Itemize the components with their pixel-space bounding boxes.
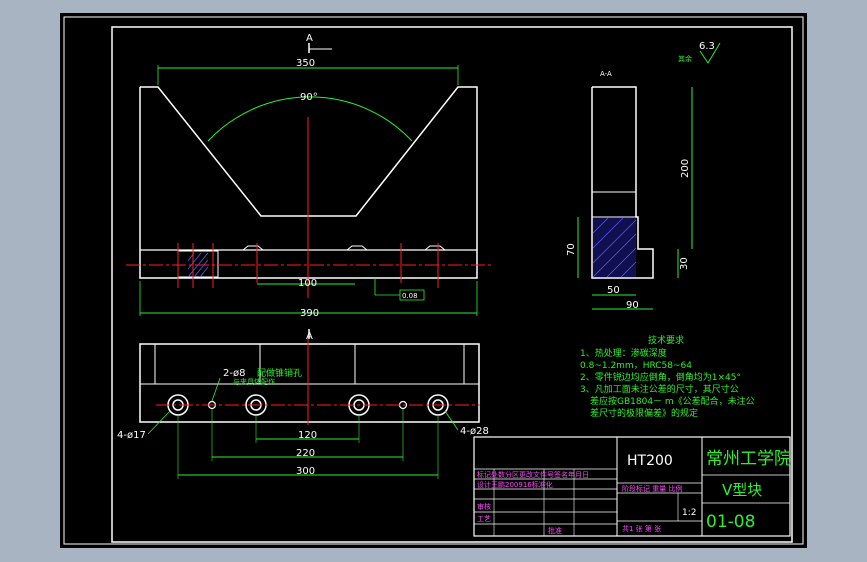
dim-220: 220	[296, 448, 315, 459]
tech-line-1: 1、热处理：渗碳深度	[580, 347, 667, 359]
tech-line-3: 2、零件锐边均应倒角，倒角均为1×45°	[580, 371, 741, 383]
tech-line-5: 差应按GB1804－ m《公差配合，未注公	[590, 395, 755, 407]
angle-arc	[207, 96, 413, 142]
tech-requirements: 技术要求 1、热处理：渗碳深度 0.8~1.2mm，HRC58~64 2、零件锐…	[580, 334, 755, 419]
drawing-sheet: 90° 350 A 100 0.08 390 A 4-ø17 4-ø28 2-ø…	[60, 13, 807, 548]
front-view: 90° 350 A 100 0.08 390 A	[126, 33, 492, 342]
tech-line-6: 差尺寸的极限偏差》的规定	[590, 407, 698, 419]
sheet-info: 共1 张 第 张	[622, 524, 661, 533]
side-view-label: A-A	[600, 70, 612, 78]
dim-100: 100	[298, 278, 317, 289]
top-view-outline	[139, 343, 480, 423]
flatness-value: 0.08	[402, 292, 418, 300]
dim-390: 390	[300, 308, 319, 319]
stage-header: 阶段标记 重量 比例	[622, 484, 682, 493]
dim-70: 70	[566, 243, 577, 256]
hole-small-label: 4-ø17	[117, 430, 146, 441]
tech-title: 技术要求	[648, 334, 684, 346]
dim-300: 300	[296, 466, 315, 477]
section-mark-top: A	[306, 33, 313, 44]
centerlines	[126, 117, 492, 298]
title-block: HT200 常州工学院 V型块 01-08 标记处数分区更改文件号签名年月日 设…	[473, 436, 791, 537]
tech-line-4: 3、凡加工面未注公差的尺寸，其尺寸公	[580, 383, 739, 395]
angle-label: 90°	[300, 92, 318, 103]
school-name: 常州工学院	[706, 449, 791, 469]
process-label: 工艺	[477, 515, 491, 523]
dim-120: 120	[298, 430, 317, 441]
pin-note2: 与夹具体配作	[233, 377, 275, 386]
section-mark-bottom: A	[306, 331, 313, 342]
top-view: 4-ø17 4-ø28 2-ø8 配做锥销孔 与夹具体配作 120 220 30…	[117, 339, 489, 479]
checker-label: 审核	[477, 502, 491, 511]
scale: 1:2	[682, 508, 696, 518]
tech-line-2: 0.8~1.2mm，HRC58~64	[580, 361, 692, 371]
dim-30: 30	[679, 257, 690, 270]
dim-200: 200	[680, 159, 691, 178]
inner-border	[111, 26, 793, 543]
dim-90: 90	[626, 300, 639, 311]
roughness-value: 6.3	[699, 41, 715, 52]
roughness-note: 其余	[678, 54, 692, 63]
dim-50: 50	[607, 285, 620, 296]
cad-drawing: 90° 350 A 100 0.08 390 A 4-ø17 4-ø28 2-ø…	[63, 16, 804, 545]
revision-header: 标记处数分区更改文件号签名年月日	[477, 470, 589, 479]
section-cut	[177, 250, 219, 278]
side-view: A-A 200 70 30 50 90 6.3 其余	[566, 41, 721, 311]
approve-label: 批准	[548, 526, 562, 535]
part-name: V型块	[722, 481, 762, 499]
material: HT200	[627, 453, 673, 469]
drawing-number: 01-08	[706, 512, 755, 532]
designer-row: 设计王鹏200916标准化	[477, 480, 553, 489]
dim-350: 350	[296, 58, 315, 69]
hole-large-label: 4-ø28	[460, 426, 489, 437]
